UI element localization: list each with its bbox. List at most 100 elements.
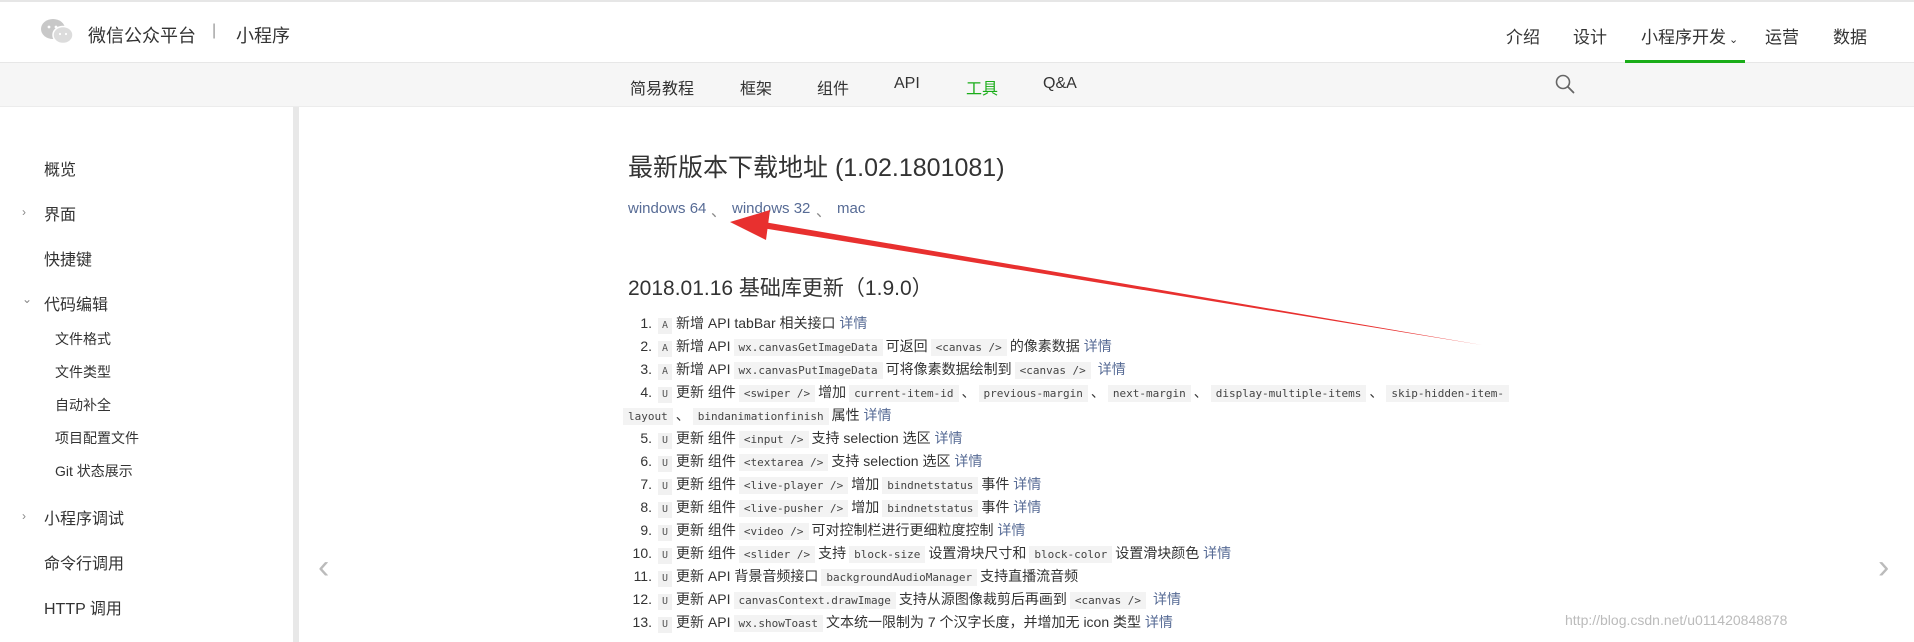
list-item: 4. U 更新 组件 <swiper /> 增加 current-item-id、 prev… <box>620 382 1512 403</box>
item-tag: U <box>658 387 673 403</box>
item-text: 新增 API <box>676 361 731 377</box>
detail-link[interactable]: 详情 <box>954 453 982 469</box>
detail-link[interactable]: 详情 <box>863 407 891 423</box>
item-text: 设置滑块尺寸和 <box>928 545 1027 561</box>
list-item: 3. A 新增 API wx.canvasPutImageData 可将像素数据绘制到 <… <box>620 359 1126 380</box>
sidebar-item-ui[interactable]: 界面 <box>44 201 76 225</box>
detail-link[interactable]: 详情 <box>1153 591 1181 607</box>
item-number: 11. <box>633 568 652 584</box>
item-text: 增加 <box>818 384 847 400</box>
item-code: <textarea /> <box>738 454 829 471</box>
subnav-api[interactable]: API <box>894 75 920 93</box>
item-code: <swiper /> <box>738 385 816 402</box>
detail-link[interactable]: 详情 <box>934 430 962 446</box>
sidebar-item-shortcuts[interactable]: 快捷键 <box>44 246 92 270</box>
item-number: 3. <box>640 361 652 377</box>
nav-data[interactable]: 数据 <box>1833 23 1867 48</box>
subnav-components[interactable]: 组件 <box>817 75 849 99</box>
item-text: 更新 组件 <box>676 384 736 400</box>
sidebar-item-http[interactable]: HTTP 调用 <box>44 595 122 619</box>
nav-intro[interactable]: 介绍 <box>1506 23 1540 48</box>
item-tag: U <box>658 617 673 633</box>
item-text: 事件 <box>981 476 1010 492</box>
detail-link[interactable]: 详情 <box>1013 499 1041 515</box>
item-code: <live-player /> <box>738 477 849 494</box>
detail-link[interactable]: 详情 <box>1098 361 1126 377</box>
brand-title[interactable]: 微信公众平台 <box>88 22 196 48</box>
item-text: 更新 API 背景音频接口 <box>676 568 819 584</box>
item-tag: U <box>658 594 673 610</box>
item-text: 更新 API <box>676 591 731 607</box>
item-code: previous-margin <box>978 385 1088 402</box>
item-text: 增加 <box>851 476 880 492</box>
sidebar-item-debug[interactable]: 小程序调试 <box>44 505 124 529</box>
nav-develop[interactable]: 小程序开发 ⌄ <box>1641 23 1738 48</box>
nav-develop-label: 小程序开发 <box>1641 28 1726 47</box>
item-code: canvasContext.drawImage <box>733 592 896 609</box>
item-text: 支持 selection 选区 <box>811 430 931 446</box>
sidebar-scroll-border <box>293 107 299 642</box>
chevron-right-icon: › <box>22 205 26 219</box>
item-text: 支持 <box>818 545 847 561</box>
item-tag: U <box>658 525 673 541</box>
item-code: <live-pusher /> <box>738 500 849 517</box>
subnav-framework[interactable]: 框架 <box>740 75 772 99</box>
subnav-qa[interactable]: Q&A <box>1043 75 1077 93</box>
detail-link[interactable]: 详情 <box>1013 476 1041 492</box>
item-text: 更新 API <box>676 614 731 630</box>
item-code: next-margin <box>1107 385 1191 402</box>
item-tag: U <box>658 433 673 449</box>
item-tag: U <box>658 456 673 472</box>
sidebar-item-cli[interactable]: 命令行调用 <box>44 550 124 574</box>
item-text: 更新 组件 <box>676 522 736 538</box>
sub-nav: 简易教程 框架 组件 API 工具 Q&A <box>0 63 1914 107</box>
list-item: 8. U 更新 组件 <live-pusher /> 增加 bindnetstatus 事件… <box>620 497 1041 518</box>
download-windows64-link[interactable]: windows 64 <box>628 200 706 217</box>
item-text: 可将像素数据绘制到 <box>885 361 1012 377</box>
next-page-button[interactable]: › <box>1878 548 1889 587</box>
item-code: block-size <box>849 546 926 563</box>
item-tag: U <box>658 479 673 495</box>
wechat-logo-icon[interactable] <box>40 18 74 46</box>
page-title: 最新版本下载地址 (1.02.1801081) <box>628 154 1005 182</box>
subnav-tutorial[interactable]: 简易教程 <box>630 75 694 99</box>
item-tag: U <box>658 571 673 587</box>
sidebar-item-overview[interactable]: 概览 <box>44 156 76 180</box>
product-title[interactable]: 小程序 <box>236 22 290 48</box>
sidebar-item-file-format[interactable]: 文件格式 <box>55 329 111 349</box>
item-number: 8. <box>640 499 652 515</box>
detail-link[interactable]: 详情 <box>997 522 1025 538</box>
detail-link[interactable]: 详情 <box>1145 614 1173 630</box>
item-code: bindnetstatus <box>882 477 979 494</box>
sidebar-item-code-edit[interactable]: 代码编辑 <box>44 291 108 315</box>
nav-operate[interactable]: 运营 <box>1765 23 1799 48</box>
item-code: current-item-id <box>849 385 959 402</box>
item-code: layout <box>623 408 673 425</box>
item-number: 1. <box>640 315 652 331</box>
item-code: bindanimationfinish <box>692 408 829 425</box>
item-code: <input /> <box>738 431 809 448</box>
item-tag: U <box>658 548 673 564</box>
item-text: 支持 selection 选区 <box>831 453 951 469</box>
item-text: 可对控制栏进行更细粒度控制 <box>811 522 994 538</box>
item-text: 事件 <box>981 499 1010 515</box>
sidebar-item-git-status[interactable]: Git 状态展示 <box>55 461 133 481</box>
annotation-arrow <box>730 210 1482 345</box>
nav-design[interactable]: 设计 <box>1573 23 1607 48</box>
sidebar-item-autocomplete[interactable]: 自动补全 <box>55 395 111 415</box>
item-text: 文本统一限制为 7 个汉字长度，并增加无 icon 类型 <box>825 614 1142 630</box>
item-number: 2. <box>640 338 652 354</box>
item-number: 5. <box>640 430 652 446</box>
item-number: 4. <box>640 384 652 400</box>
list-item-continuation: layout、 bindanimationfinish 属性 详情 <box>620 405 891 425</box>
search-icon[interactable] <box>1555 74 1575 94</box>
prev-page-button[interactable]: ‹ <box>318 548 329 587</box>
sidebar-item-project-config[interactable]: 项目配置文件 <box>55 428 139 448</box>
detail-link[interactable]: 详情 <box>1203 545 1231 561</box>
sidebar-item-file-type[interactable]: 文件类型 <box>55 362 111 382</box>
item-code: display-multiple-items <box>1210 385 1367 402</box>
chevron-down-icon: ⌄ <box>1729 34 1739 46</box>
subnav-tools[interactable]: 工具 <box>966 75 998 99</box>
item-code: <canvas /> <box>1014 362 1091 379</box>
item-code: block-color <box>1029 546 1113 563</box>
